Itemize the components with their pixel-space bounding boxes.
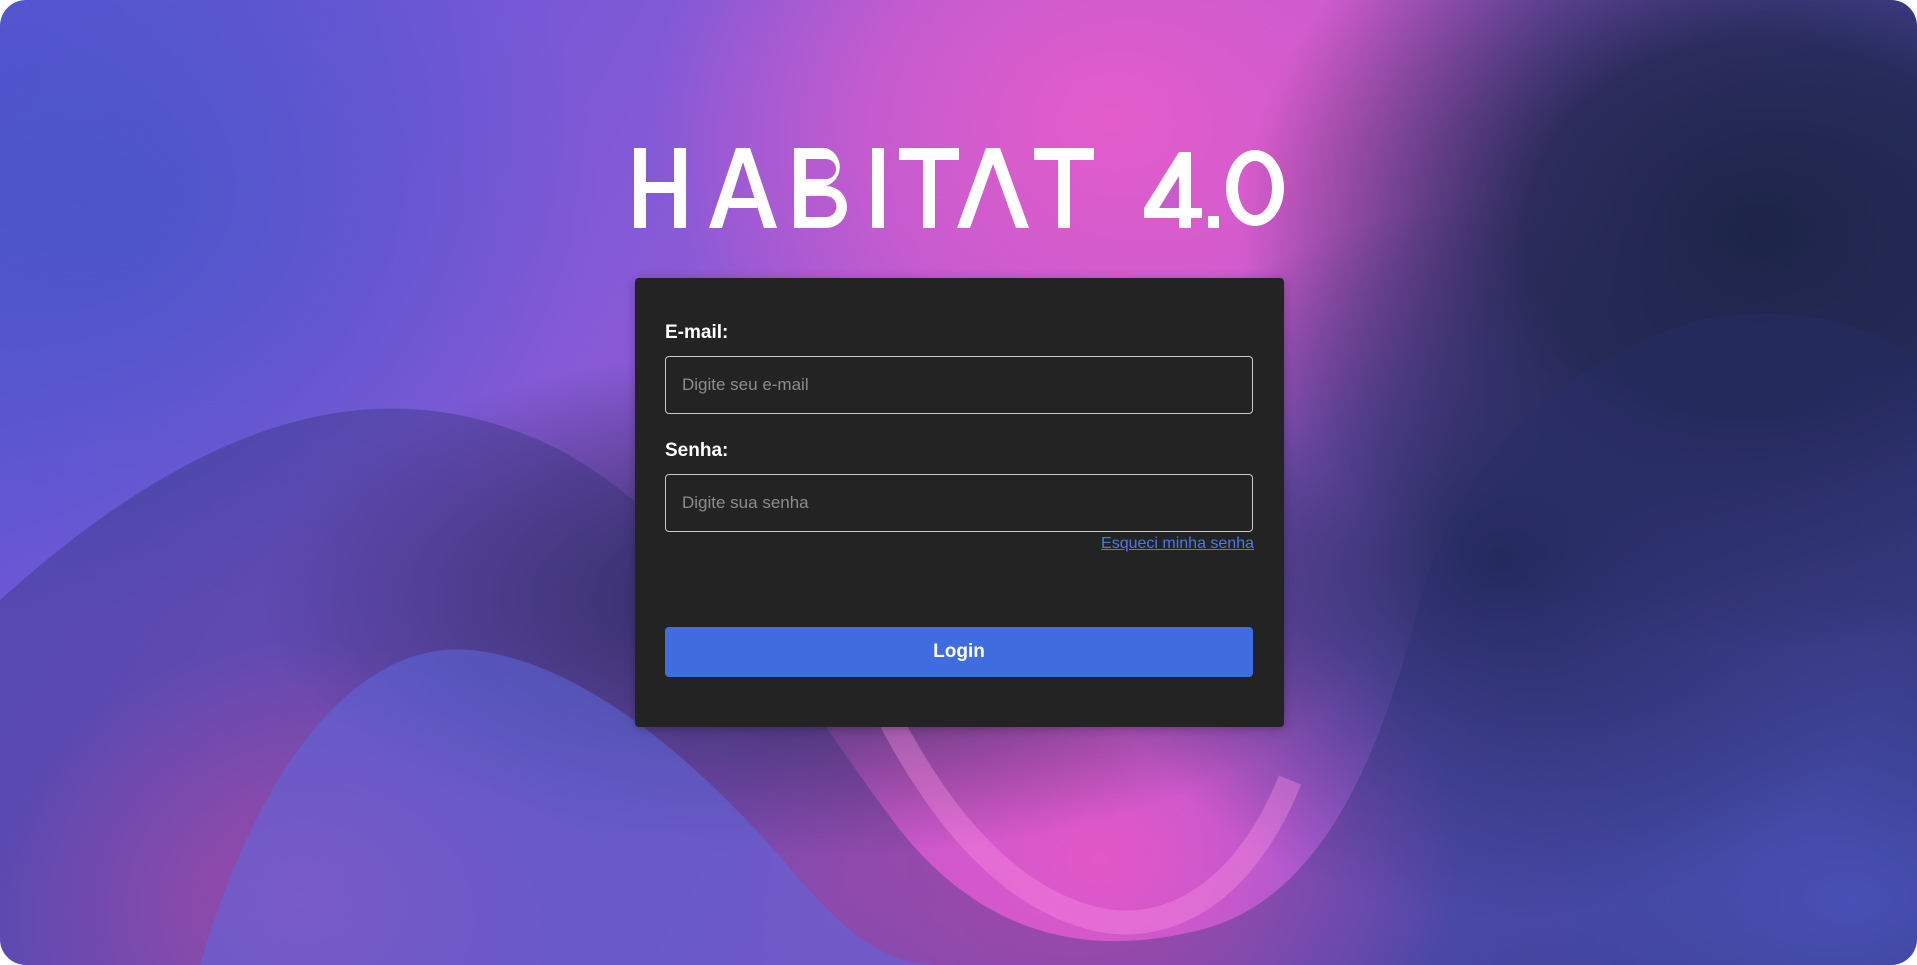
login-page-background: E-mail: Senha: Esqueci minha senha Login: [0, 0, 1917, 965]
forgot-password-link[interactable]: Esqueci minha senha: [1101, 535, 1254, 553]
password-label: Senha:: [665, 440, 729, 461]
email-label: E-mail:: [665, 322, 729, 343]
login-button[interactable]: Login: [665, 627, 1253, 677]
email-input[interactable]: [665, 356, 1253, 414]
login-card: E-mail: Senha: Esqueci minha senha Login: [635, 278, 1284, 727]
habitat-logo: [634, 148, 1284, 228]
password-input[interactable]: [665, 474, 1253, 532]
